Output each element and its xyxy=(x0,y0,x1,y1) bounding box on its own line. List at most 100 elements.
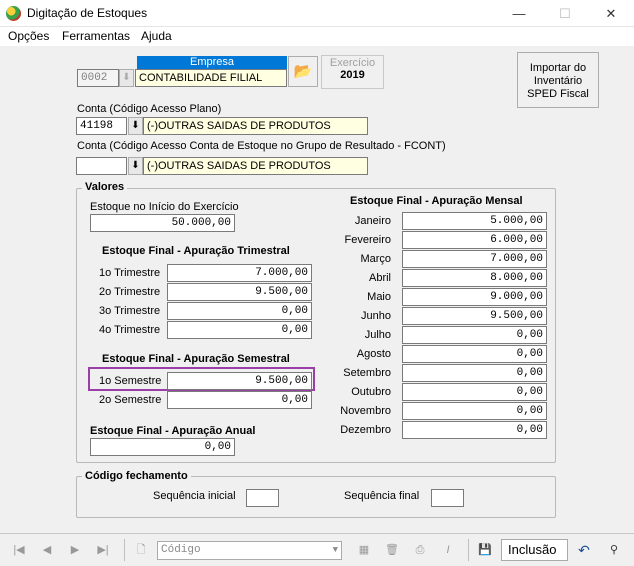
mes-label: Setembro xyxy=(343,367,391,379)
exercicio-value: 2019 xyxy=(340,69,365,81)
trimestre-input[interactable]: 7.000,00 xyxy=(167,264,312,282)
trimestre-label: 4o Trimestre xyxy=(99,324,161,336)
mes-input[interactable]: 9.500,00 xyxy=(402,307,547,325)
mes-label: Julho xyxy=(364,329,391,341)
anual-input[interactable]: 0,00 xyxy=(90,438,235,456)
mes-input[interactable]: 9.000,00 xyxy=(402,288,547,306)
conta-fcont-label: Conta (Código Acesso Conta de Estoque no… xyxy=(77,140,446,152)
mes-input[interactable]: 7.000,00 xyxy=(402,250,547,268)
sequencia-inicial-input[interactable] xyxy=(246,489,279,507)
mes-input[interactable]: 0,00 xyxy=(402,326,547,344)
mes-input[interactable]: 5.000,00 xyxy=(402,212,547,230)
mes-label: Novembro xyxy=(340,405,391,417)
app-icon xyxy=(6,6,21,21)
title-bar: Digitação de Estoques — ☐ ✕ xyxy=(0,0,634,27)
exercicio-box: Exercício 2019 xyxy=(321,55,384,89)
mes-label: Fevereiro xyxy=(344,234,391,246)
delete-icon[interactable]: 🗑 xyxy=(382,540,402,560)
open-folder-button[interactable]: 📂 xyxy=(288,56,318,87)
semestre-label: 2o Semestre xyxy=(99,394,162,406)
mes-label: Dezembro xyxy=(340,424,391,436)
conta-lookup-button[interactable]: ⬇ xyxy=(128,117,143,135)
empresa-header: Empresa xyxy=(137,56,287,69)
mes-label: Agosto xyxy=(356,348,391,360)
mes-input[interactable]: 0,00 xyxy=(402,402,547,420)
save-icon[interactable]: 💾 xyxy=(475,540,495,560)
minimize-button[interactable]: — xyxy=(496,0,542,27)
mes-input[interactable]: 8.000,00 xyxy=(402,269,547,287)
mes-label: Janeiro xyxy=(354,215,391,227)
import-label-1: Importar do xyxy=(529,62,587,74)
empresa-name: CONTABILIDADE FILIAL xyxy=(135,69,287,87)
trimestre-label: 1o Trimestre xyxy=(99,267,161,279)
empresa-lookup-icon: ⬇ xyxy=(119,69,134,87)
semestral-title: Estoque Final - Apuração Semestral xyxy=(102,353,290,365)
mes-input[interactable]: 6.000,00 xyxy=(402,231,547,249)
mes-input[interactable]: 0,00 xyxy=(402,364,547,382)
chevron-down-icon: ▼ xyxy=(332,545,338,555)
conta-name: (-)OUTRAS SAIDAS DE PRODUTOS xyxy=(143,117,368,135)
inicio-input[interactable]: 50.000,00 xyxy=(90,214,235,232)
semestre-input[interactable]: 9.500,00 xyxy=(167,372,312,390)
semestre-label: 1o Semestre xyxy=(99,375,162,387)
conta-code-input[interactable]: 41198 xyxy=(76,117,127,135)
mes-input[interactable]: 0,00 xyxy=(402,421,547,439)
inicio-label: Estoque no Início do Exercício xyxy=(90,201,239,213)
sequencia-final-input[interactable] xyxy=(431,489,464,507)
mes-input[interactable]: 0,00 xyxy=(402,383,547,401)
sequencia-final-label: Sequência final xyxy=(344,490,420,502)
codigo-select[interactable]: Código ▼ xyxy=(157,541,342,560)
binoculars-icon[interactable]: ⚲ xyxy=(604,540,624,560)
fechamento-legend: Código fechamento xyxy=(82,470,191,482)
valores-legend: Valores xyxy=(82,181,128,193)
new-document-icon[interactable]: 🗋 xyxy=(131,540,151,560)
folder-icon: 📂 xyxy=(293,63,313,80)
print-icon[interactable]: ⎙ xyxy=(410,540,430,560)
next-record-icon[interactable]: ▶ xyxy=(65,540,85,560)
prev-record-icon[interactable]: ◀ xyxy=(37,540,57,560)
trimestre-input[interactable]: 0,00 xyxy=(167,321,312,339)
menu-opcoes[interactable]: Opções xyxy=(8,29,49,43)
mode-indicator: Inclusão xyxy=(501,539,568,561)
first-record-icon[interactable]: |◀ xyxy=(9,540,29,560)
conta-fcont-code-input[interactable] xyxy=(76,157,127,175)
mensal-title: Estoque Final - Apuração Mensal xyxy=(350,195,523,207)
last-record-icon[interactable]: ▶| xyxy=(93,540,113,560)
anual-title: Estoque Final - Apuração Anual xyxy=(90,425,256,437)
mes-label: Maio xyxy=(367,291,391,303)
close-button[interactable]: ✕ xyxy=(588,0,634,27)
undo-icon[interactable]: ↶ xyxy=(574,540,594,560)
menu-bar: Opções Ferramentas Ajuda xyxy=(0,27,634,46)
import-label-2: Inventário xyxy=(533,75,583,87)
empresa-code: 0002 xyxy=(77,69,119,87)
mes-label: Março xyxy=(360,253,391,265)
maximize-button[interactable]: ☐ xyxy=(542,0,588,27)
toolbar-separator xyxy=(468,539,469,561)
sequencia-inicial-label: Sequência inicial xyxy=(153,490,236,502)
toolbar-separator xyxy=(124,539,125,561)
menu-ferramentas[interactable]: Ferramentas xyxy=(62,29,130,43)
menu-ajuda[interactable]: Ajuda xyxy=(141,29,172,43)
mes-label: Abril xyxy=(368,272,391,284)
trimestre-label: 2o Trimestre xyxy=(99,286,161,298)
trimestral-title: Estoque Final - Apuração Trimestral xyxy=(102,245,290,257)
importar-sped-button[interactable]: Importar do Inventário SPED Fiscal xyxy=(517,52,599,108)
codigo-select-value: Código xyxy=(161,544,201,556)
fechamento-group xyxy=(76,476,556,518)
trimestre-label: 3o Trimestre xyxy=(99,305,161,317)
window-title: Digitação de Estoques xyxy=(27,6,148,20)
italic-icon[interactable]: I xyxy=(438,540,458,560)
conta-label: Conta (Código Acesso Plano) xyxy=(77,103,222,115)
import-label-3: SPED Fiscal xyxy=(527,88,589,100)
conta-fcont-name: (-)OUTRAS SAIDAS DE PRODUTOS xyxy=(143,157,368,175)
calculator-icon[interactable]: ▦ xyxy=(354,540,374,560)
conta-fcont-lookup-button[interactable]: ⬇ xyxy=(128,157,143,175)
mes-label: Junho xyxy=(361,310,391,322)
toolbar-divider xyxy=(0,533,634,534)
mes-label: Outubro xyxy=(351,386,391,398)
semestre-input[interactable]: 0,00 xyxy=(167,391,312,409)
trimestre-input[interactable]: 9.500,00 xyxy=(167,283,312,301)
trimestre-input[interactable]: 0,00 xyxy=(167,302,312,320)
mes-input[interactable]: 0,00 xyxy=(402,345,547,363)
exercicio-label: Exercício xyxy=(329,57,376,69)
